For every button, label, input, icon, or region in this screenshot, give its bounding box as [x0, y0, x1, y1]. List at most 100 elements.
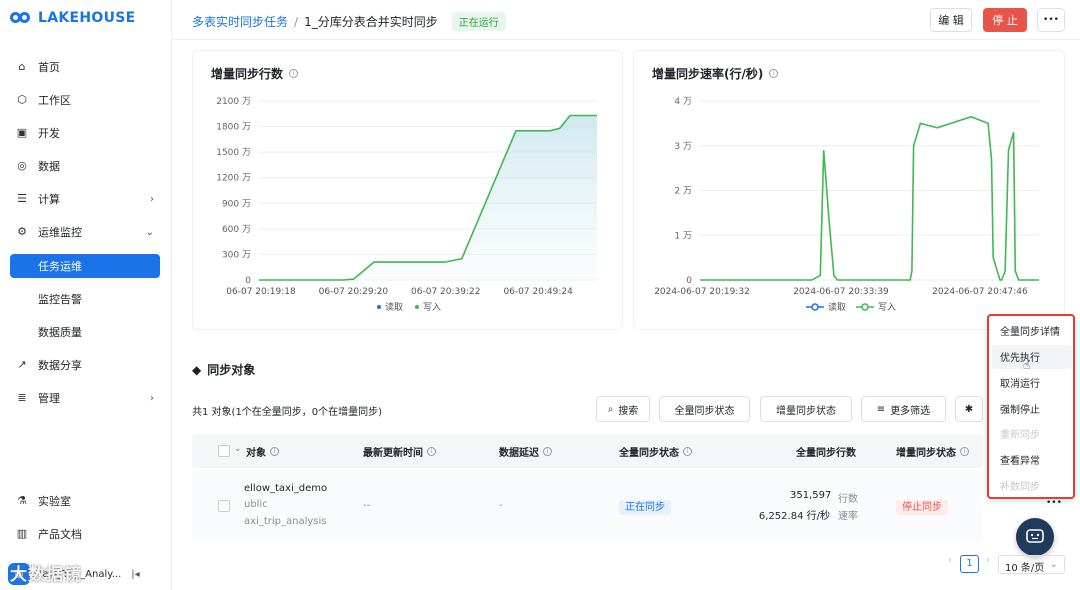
x-tick-label: 2024-06-07 20:19:32: [654, 287, 750, 297]
page-size-select[interactable]: 10 条/页 ⌄: [998, 555, 1065, 574]
info-icon: i: [270, 447, 279, 456]
logo-icon: [10, 10, 32, 26]
menu-item-force-stop[interactable]: 强制停止: [1000, 401, 1040, 416]
breadcrumb-parent[interactable]: 多表实时同步任务: [192, 13, 288, 30]
object-name[interactable]: ellow_taxi_demo: [244, 483, 327, 494]
share-icon: ↗: [17, 358, 27, 371]
breadcrumb-current: 1_分库分表合并实时同步: [304, 15, 438, 29]
rows-value: 351,597: [790, 490, 832, 501]
rate-label: 速率: [838, 511, 858, 522]
legend-read-label: 读取: [385, 301, 403, 313]
flask-icon: ⚗: [17, 494, 27, 507]
sidebar-item-data[interactable]: ◎ 数据: [10, 154, 160, 178]
sidebar-item-compute[interactable]: ☰ 计算 ›: [10, 187, 160, 211]
collapse-sidebar-icon[interactable]: |◂: [131, 569, 139, 580]
settings-button[interactable]: ✱: [955, 396, 983, 422]
menu-item-backfill: 补数同步: [1000, 482, 1040, 493]
y-tick-label: 1800 万: [216, 123, 251, 133]
full-sync-state-filter[interactable]: 全量同步状态: [659, 396, 750, 422]
menu-item-priority-run[interactable]: 优先执行: [1000, 349, 1040, 364]
assistant-button[interactable]: [1016, 518, 1054, 556]
y-tick-label: 0: [245, 276, 251, 286]
more-filters-button[interactable]: ≡ 更多筛选: [861, 396, 946, 422]
breadcrumb: 多表实时同步任务 / 1_分库分表合并实时同步 正在运行: [192, 12, 506, 31]
chevron-down-icon: ⌄: [1049, 559, 1058, 570]
sidebar-item-develop[interactable]: ▣ 开发: [10, 121, 160, 145]
incr-sync-status-badge: 停止同步: [896, 500, 948, 515]
edit-button[interactable]: 编 辑: [930, 8, 972, 32]
sidebar-subitem-alerts[interactable]: 监控告警: [10, 287, 160, 311]
menu-item-full-sync-details[interactable]: 全量同步详情: [1000, 323, 1060, 338]
search-button[interactable]: ⌕ 搜索: [596, 396, 650, 422]
breadcrumb-separator: /: [294, 14, 299, 29]
object-workspace: axi_trip_analysis: [244, 516, 327, 527]
rate-chart-card: 增量同步速率(行/秒) i 01 万2 万3 万4 万 2024-06-07 20:…: [633, 50, 1065, 330]
sidebar-item-admin[interactable]: ≣ 管理 ›: [10, 386, 160, 410]
x-tick-label: 2024-06-07 20:47:46: [932, 287, 1028, 297]
sidebar-subitem-quality[interactable]: 数据质量: [10, 320, 160, 344]
next-page-icon[interactable]: ›: [986, 555, 990, 566]
info-icon: i: [427, 447, 436, 456]
tag-icon: ◆: [192, 362, 202, 377]
col-incr-state: 增量同步状态 i: [896, 444, 969, 459]
menu-item-view-errors[interactable]: 查看异常: [1000, 452, 1040, 467]
series-area-write: [259, 115, 597, 280]
logo[interactable]: LAKEHOUSE: [10, 10, 136, 26]
stop-button[interactable]: 停 止: [983, 8, 1027, 32]
legend-read-marker: [377, 305, 381, 309]
col-full-rows: 全量同步行数: [796, 448, 856, 459]
y-tick-label: 2 万: [674, 187, 692, 197]
prev-page-icon[interactable]: ‹: [948, 555, 952, 566]
y-tick-label: 1500 万: [216, 148, 251, 158]
y-tick-label: 300 万: [222, 250, 251, 260]
col-object: 对象 i: [246, 444, 279, 459]
sidebar-item-lab[interactable]: ⚗ 实验室: [10, 489, 160, 513]
server-icon: ≣: [17, 391, 27, 404]
menu-item-resync: 重新同步: [1000, 430, 1040, 441]
y-tick-label: 1200 万: [216, 174, 251, 184]
sidebar-item-home[interactable]: ⌂ 首页: [10, 55, 160, 79]
select-all-checkbox[interactable]: [218, 445, 230, 457]
info-icon: i: [960, 447, 969, 456]
monitor-icon: ⚙: [17, 225, 27, 238]
sidebar-item-docs[interactable]: ▥ 产品文档: [10, 522, 160, 546]
compute-icon: ☰: [17, 192, 27, 205]
row-more-icon[interactable]: •••: [1046, 498, 1062, 508]
incr-sync-state-filter[interactable]: 增量同步状态: [760, 396, 852, 422]
y-tick-label: 4 万: [674, 97, 692, 107]
rows-chart: 0 300 万 600 万 900 万 1200 万 1500 万 1800 万 2100 万…: [216, 97, 597, 313]
legend-write-marker: [861, 303, 869, 311]
book-icon: ▥: [16, 527, 28, 540]
y-tick-label: 3 万: [674, 142, 692, 152]
cube-icon: ⬡: [17, 93, 27, 106]
legend-read-marker: [811, 303, 819, 311]
col-full-state: 全量同步状态 i: [619, 444, 692, 459]
table-header: ⌄ 对象 i 最新更新时间 i 数据延迟 i 全量同步状态 i 全量同步行数 增量同步状…: [192, 434, 982, 468]
sidebar-subitem-task-ops[interactable]: 任务运维: [10, 254, 160, 278]
cursor-icon: ☝: [1023, 358, 1031, 372]
database-icon: ◎: [17, 159, 27, 172]
object-schema: ublic: [244, 499, 268, 510]
sync-objects-summary: 共1 对象(1个在全量同步，0个在增量同步): [192, 407, 383, 418]
rows-chart-card: 增量同步行数 i 0 300 万 600 万 900 万 1200 万 1500 万 1800…: [192, 50, 623, 330]
table-row[interactable]: ellow_taxi_demo ublic axi_trip_analysis …: [192, 470, 1062, 542]
y-tick-label: 1 万: [674, 231, 692, 241]
more-actions-button[interactable]: •••: [1037, 8, 1065, 32]
rate-chart: 0 1 万 2 万 3 万 4 万 2024-06-07 20:19:32 2024-06-…: [654, 97, 1039, 313]
search-icon: ⌕: [607, 403, 614, 415]
page-1[interactable]: 1: [960, 555, 979, 573]
chevron-right-icon: ›: [150, 392, 154, 404]
sidebar-item-ops[interactable]: ⚙ 运维监控 ⌄: [10, 220, 160, 244]
chevron-down-icon[interactable]: ⌄: [234, 444, 242, 454]
menu-item-cancel-run[interactable]: 取消运行: [1000, 375, 1040, 390]
x-tick-label: 06-07 20:49:24: [503, 287, 573, 297]
legend-write-label: 写入: [878, 302, 896, 313]
filter-icon: ≡: [876, 403, 886, 415]
sidebar-item-share[interactable]: ↗ 数据分享: [10, 353, 160, 377]
x-tick-label: 06-07 20:39:22: [411, 287, 480, 297]
row-checkbox[interactable]: [218, 500, 230, 512]
info-icon: i: [543, 447, 552, 456]
legend-read-label: 读取: [828, 301, 846, 313]
sidebar-item-workspace[interactable]: ⬡ 工作区: [10, 88, 160, 112]
col-updated: 最新更新时间 i: [363, 444, 436, 459]
